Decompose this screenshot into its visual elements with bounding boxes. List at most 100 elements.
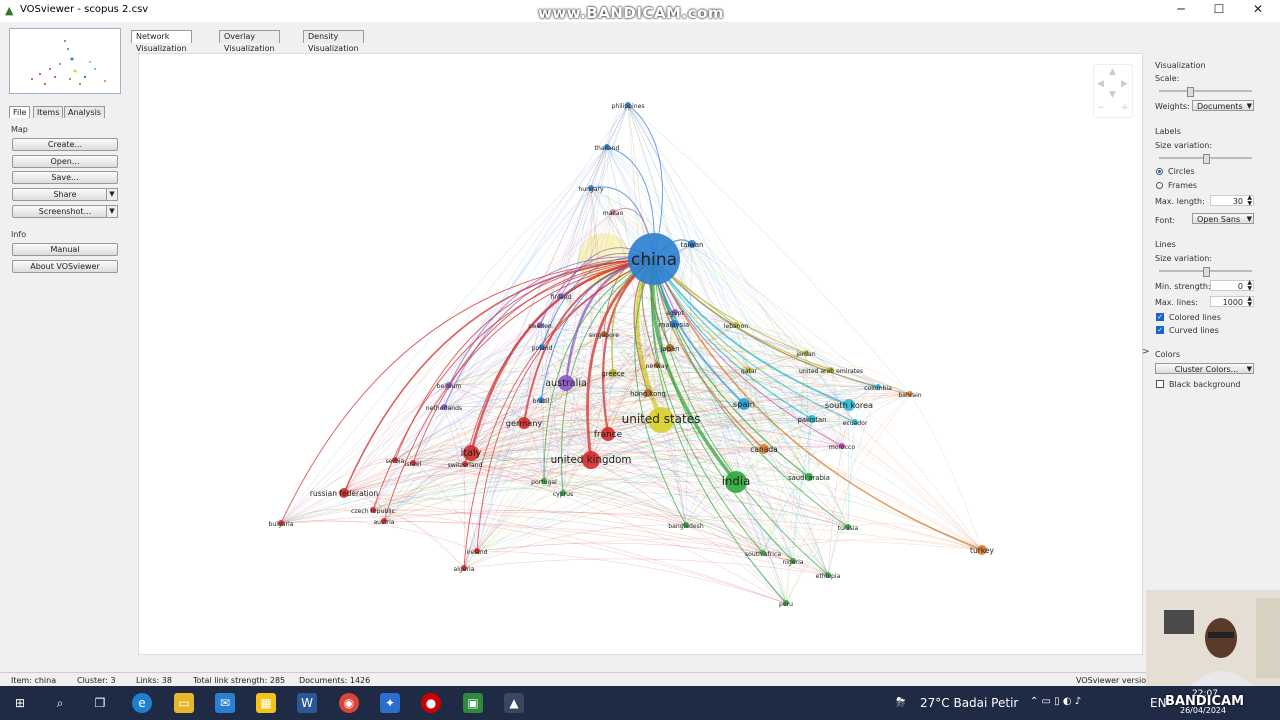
chevron-down-icon[interactable]: ▼ [106,205,118,218]
about-button[interactable]: About VOSviewer [12,260,118,273]
colored-lines-checkbox[interactable]: ✓ [1156,313,1164,321]
close-button[interactable]: ✕ [1247,2,1269,18]
node-label-china[interactable]: china [631,250,677,270]
gallery-icon[interactable]: ▣ [463,693,483,713]
node-label-ethiopia[interactable]: ethiopia [816,573,841,580]
node-label-nigeria[interactable]: nigeria [782,559,803,566]
edge-browser-icon[interactable]: e [132,693,152,713]
frames-radio[interactable] [1156,182,1163,189]
node-label-egypt[interactable]: egypt [666,310,684,317]
node-label-tunisia[interactable]: tunisia [838,525,859,532]
node-label-czech-republic[interactable]: czech republic [351,508,395,515]
node-label-norway[interactable]: norway [646,363,669,370]
node-label-qatar[interactable]: qatar [741,368,758,375]
node-label-russian-federation[interactable]: russian federation [310,489,378,498]
spinner-arrows-icon[interactable]: ▲ ▼ [1247,280,1252,292]
node-label-cyprus[interactable]: cyprus [553,491,573,498]
tab-items[interactable]: Items [33,106,64,118]
node-label-canada[interactable]: canada [750,445,777,454]
node-label-australia[interactable]: australia [545,378,587,389]
labels-size-slider-knob[interactable] [1203,154,1210,164]
node-label-turkey[interactable]: turkey [970,546,994,555]
tab-analysis[interactable]: Analysis [64,106,105,118]
node-label-malaysia[interactable]: malaysia [659,321,689,329]
curved-lines-checkbox[interactable]: ✓ [1156,326,1164,334]
node-label-serbia[interactable]: serbia [386,458,405,465]
lines-size-slider-knob[interactable] [1203,267,1210,277]
black-background-checkbox[interactable] [1156,380,1164,388]
min-strength-spinner[interactable]: 0 ▲ ▼ [1210,280,1254,292]
max-length-spinner[interactable]: 30 ▲ ▼ [1210,195,1254,207]
node-label-pakistan[interactable]: pakistan [798,416,827,424]
node-label-brazil[interactable]: brazil [533,398,550,405]
weights-select[interactable]: Documents ▼ [1192,100,1254,111]
node-label-ecuador[interactable]: ecuador [843,420,868,427]
chrome-icon[interactable]: ◉ [339,693,359,713]
node-label-poland[interactable]: poland [532,345,553,352]
tab-density-visualization[interactable]: Density Visualization [303,30,364,53]
network-map-canvas[interactable]: china united states india united kingdom aus… [138,53,1143,655]
app-icon[interactable]: ✦ [380,693,400,713]
scale-slider[interactable] [1159,87,1252,97]
node-label-ireland[interactable]: ireland [467,549,488,556]
node-label-united-kingdom[interactable]: united kingdom [551,454,632,466]
labels-size-slider[interactable] [1159,154,1252,164]
tab-file[interactable]: File [9,106,31,118]
chevron-down-icon[interactable]: ▼ [106,188,118,201]
maximize-button[interactable]: ☐ [1208,2,1230,18]
font-select[interactable]: Open Sans ▼ [1192,213,1254,224]
node-label-finland[interactable]: finland [551,294,572,301]
manual-button[interactable]: Manual [12,243,118,256]
zoom-in-icon[interactable]: + [1121,103,1129,113]
circles-radio[interactable] [1156,168,1163,175]
node-label-india[interactable]: india [722,474,750,488]
node-label-hong-kong[interactable]: hong kong [630,390,666,398]
tab-network-visualization[interactable]: Network Visualization [131,30,192,53]
node-label-austria[interactable]: austria [373,519,394,526]
create-button[interactable]: Create... [12,138,118,151]
cluster-colors-button[interactable]: Cluster Colors... ▼ [1155,363,1254,374]
node-label-taiwan[interactable]: taiwan [681,241,704,249]
vosviewer-taskbar-icon[interactable]: ▲ [504,693,524,713]
node-label-belgium[interactable]: belgium [437,383,462,390]
weather-text[interactable]: 27°C Badai Petir [920,696,1018,710]
minimize-button[interactable]: ─ [1170,2,1192,18]
tray-icons[interactable]: ⌃ ▭ ▯ ◐ ♪ [1030,696,1081,707]
weather-icon[interactable]: ⛈ [896,695,906,710]
map-overview-thumbnail[interactable] [9,28,121,94]
scale-slider-knob[interactable] [1187,87,1194,97]
pan-down-icon[interactable]: ▼ [1109,90,1116,100]
node-label-germany[interactable]: germany [506,418,543,428]
network-graph[interactable]: china united states india united kingdom aus… [139,54,1142,654]
map-navigation-control[interactable]: ▲ ◀ ▶ ▼ − + [1093,64,1133,118]
save-button[interactable]: Save... [12,171,118,184]
node-label-japan[interactable]: japan [660,345,680,353]
node-label-france[interactable]: france [594,430,622,440]
word-icon[interactable]: W [297,693,317,713]
bandicam-record-icon[interactable]: ● [421,693,441,713]
node-label-italy[interactable]: italy [461,448,482,459]
node-label-philippines[interactable]: philippines [611,103,644,110]
max-lines-spinner[interactable]: 1000 ▲ ▼ [1210,296,1254,308]
node-label-switzerland[interactable]: switzerland [448,462,483,469]
node-label-algeria[interactable]: algeria [454,566,475,573]
node-label-netherlands[interactable]: netherlands [426,405,462,412]
tab-overlay-visualization[interactable]: Overlay Visualization [219,30,280,53]
zoom-out-icon[interactable]: − [1097,103,1105,113]
pan-right-icon[interactable]: ▶ [1121,79,1128,89]
node-label-united-arab-emirates[interactable]: united arab emirates [799,368,863,375]
node-label-sweden[interactable]: sweden [528,323,552,330]
node-label-bangladesh[interactable]: bangladesh [668,523,704,530]
node-label-jordan[interactable]: jordan [795,351,815,358]
node-label-south-africa[interactable]: south africa [745,551,781,558]
node-label-saudi-arabia[interactable]: saudi arabia [788,474,830,482]
lines-size-slider[interactable] [1159,267,1252,277]
node-label-colombia[interactable]: colombia [864,385,892,392]
node-label-thailand[interactable]: thailand [595,145,620,152]
node-label-south-korea[interactable]: south korea [825,400,873,410]
node-label-macao[interactable]: macao [603,210,624,217]
node-label-hungary[interactable]: hungary [578,186,604,193]
node-label-bahrain[interactable]: bahrain [898,392,921,399]
open-button[interactable]: Open... [12,155,118,168]
node-label-spain[interactable]: spain [733,399,755,409]
